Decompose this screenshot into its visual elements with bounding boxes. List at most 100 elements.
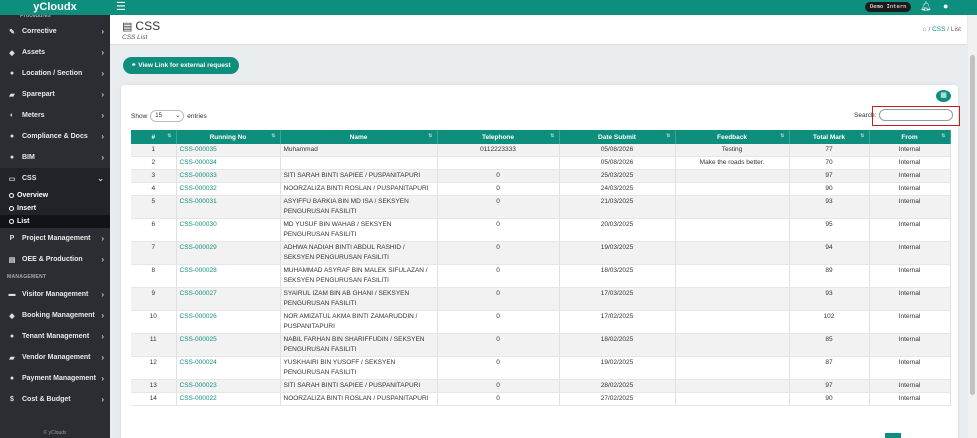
cell-tel: 0	[437, 195, 560, 219]
cell-tel: 0	[437, 218, 560, 242]
cell-name: YUSKHAIRI BIN YUSOFF / SEKSYEN PENGURUSA…	[280, 356, 438, 380]
running-no-link[interactable]: CSS-000024	[180, 359, 217, 366]
chevron-right-icon: ›	[101, 90, 104, 99]
sidebar-item-booking-management[interactable]: ◆ Booking Management ›	[0, 305, 110, 326]
tenant-icon: ●	[9, 333, 15, 340]
running-no-link[interactable]: CSS-000031	[180, 198, 217, 205]
running-no-link[interactable]: CSS-000022	[180, 395, 217, 402]
running-no-link[interactable]: CSS-000035	[180, 146, 217, 153]
running-no-link[interactable]: CSS-000027	[180, 290, 217, 297]
sidebar-item-tenant-management[interactable]: ● Tenant Management ›	[0, 326, 110, 347]
cell-mark: 95	[789, 218, 870, 242]
chevron-right-icon: ›	[101, 27, 104, 36]
sort-icon: ⇅	[428, 133, 433, 139]
sidebar-item-project-management[interactable]: P Project Management ›	[0, 228, 110, 249]
cell-fb	[675, 356, 790, 380]
column-header[interactable]: Feedback ⇅	[675, 130, 790, 144]
page-title: ▤ CSS	[122, 19, 161, 33]
cell-n: 3	[131, 169, 177, 183]
scrollbar-thumb[interactable]	[970, 55, 975, 395]
cell-from: Internal	[869, 264, 951, 288]
running-no-link[interactable]: CSS-000025	[180, 336, 217, 343]
running-no-link[interactable]: CSS-000034	[180, 159, 217, 166]
cell-no: CSS-000024	[176, 356, 281, 380]
column-header[interactable]: Running No ⇅	[176, 130, 281, 144]
cell-date: 05/08/2026	[559, 144, 676, 157]
cell-tel: 0	[437, 264, 560, 288]
sidebar-item-sparepart[interactable]: ▰ Sparepart ›	[0, 84, 110, 105]
sort-icon: ⇅	[666, 133, 671, 139]
sidebar-item-css[interactable]: ▭ CSS ⌄	[0, 168, 110, 189]
pagination-current[interactable]	[885, 433, 901, 438]
table-row: 5 CSS-000031 ASYIFFU BARKIA BIN MD ISA / S…	[131, 195, 951, 219]
running-no-link[interactable]: CSS-000026	[180, 313, 217, 320]
sidebar-item-assets[interactable]: ◆ Assets ›	[0, 42, 110, 63]
page-scrollbar[interactable]	[968, 15, 977, 438]
cell-tel: 0	[437, 379, 560, 393]
column-header[interactable]: Date Submit ⇅	[559, 130, 676, 144]
bell-icon[interactable]: 🔔︎	[920, 1, 931, 12]
sidebar-item-label: Assets	[22, 49, 45, 56]
cell-mark: 77	[789, 144, 870, 157]
sidebar-item-location-section[interactable]: ● Location / Section ›	[0, 63, 110, 84]
booking-icon: ◆	[9, 312, 15, 320]
sidebar-item-compliance-docs[interactable]: ● Compliance & Docs ›	[0, 126, 110, 147]
home-icon[interactable]: ⌂	[923, 26, 927, 33]
cell-fb	[675, 169, 790, 183]
chevron-right-icon: ›	[101, 69, 104, 78]
cell-date: 05/08/2026	[559, 156, 676, 170]
column-header[interactable]: Telephone ⇅	[437, 130, 560, 144]
running-no-link[interactable]: CSS-000029	[180, 244, 217, 251]
cell-name: NOR AMIZATUL AKMA BINTI ZAMARUDDIN / PUS…	[280, 310, 438, 334]
sidebar-item-corrective[interactable]: ✎ Corrective ›	[0, 21, 110, 42]
user-badge[interactable]: Demo Intern	[865, 2, 912, 12]
sidebar-subitem-insert[interactable]: Insert	[0, 202, 110, 215]
document-icon: ▤	[122, 21, 133, 33]
sidebar-item-cost-budget[interactable]: $ Cost & Budget ›	[0, 389, 110, 410]
chevron-right-icon: ›	[101, 234, 104, 243]
sort-icon: ⇅	[167, 133, 172, 139]
cell-name: NABIL FARHAN BIN SHARIFFUDIN / SEKSYEN P…	[280, 333, 438, 357]
hamburger-menu-icon[interactable]: ☰	[116, 1, 126, 13]
running-no-link[interactable]: CSS-000028	[180, 267, 217, 274]
sidebar-item-oee-production[interactable]: ▤ OEE & Production ›	[0, 249, 110, 270]
running-no-link[interactable]: CSS-000030	[180, 221, 217, 228]
sidebar-subitem-overview[interactable]: Overview	[0, 189, 110, 202]
sidebar-item-bim[interactable]: ● BIM ›	[0, 147, 110, 168]
cell-no: CSS-000026	[176, 310, 281, 334]
circle-icon	[9, 193, 14, 198]
monitor-icon: ▭	[8, 175, 16, 183]
sidebar-item-payment-management[interactable]: ● Payment Management ›	[0, 368, 110, 389]
breadcrumb-css[interactable]: CSS	[932, 26, 945, 33]
brand-logo[interactable]: yCloudx	[0, 0, 110, 15]
user-icon[interactable]: ●	[943, 1, 948, 11]
running-no-link[interactable]: CSS-000032	[180, 185, 217, 192]
sidebar-item-vendor-management[interactable]: ▰ Vendor Management ›	[0, 347, 110, 368]
running-no-link[interactable]: CSS-000023	[180, 382, 217, 389]
sidebar-subitem-list[interactable]: List	[0, 215, 110, 228]
table-row: 6 CSS-000030 MD YUSUF BIN WAHAB / SEKSYEN …	[131, 218, 951, 242]
highlight-box	[872, 106, 960, 126]
cell-n: 10	[131, 310, 177, 334]
cell-from: Internal	[869, 169, 951, 183]
running-no-link[interactable]: CSS-000033	[180, 172, 217, 179]
table-row: 12 CSS-000024 YUSKHAIRI BIN YUSOFF / SEKSY…	[131, 356, 951, 380]
sidebar-item-visitor-management[interactable]: ▬ Visitor Management ›	[0, 284, 110, 305]
column-header[interactable]: Total Mark ⇅	[789, 130, 870, 144]
cell-from: Internal	[869, 218, 951, 242]
column-header[interactable]: From ⇅	[869, 130, 951, 144]
cell-mark: 89	[789, 264, 870, 288]
column-header[interactable]: # ⇅	[131, 130, 177, 144]
cell-no: CSS-000035	[176, 144, 281, 157]
cell-from: Internal	[869, 287, 951, 311]
cell-date: 21/03/2025	[559, 195, 676, 219]
cell-date: 25/03/2025	[559, 169, 676, 183]
cell-fb: Testing	[675, 144, 790, 157]
sidebar-item-meters[interactable]: ◐ Meters ›	[0, 105, 110, 126]
column-header[interactable]: Name ⇅	[280, 130, 438, 144]
cell-from: Internal	[869, 333, 951, 357]
grid-view-icon[interactable]: ▦	[936, 90, 951, 102]
entries-select[interactable]: 15 ⌄	[150, 110, 185, 122]
sort-icon: ⇅	[780, 133, 785, 139]
view-external-link-button[interactable]: ⚭ View Link for external request	[123, 57, 239, 74]
